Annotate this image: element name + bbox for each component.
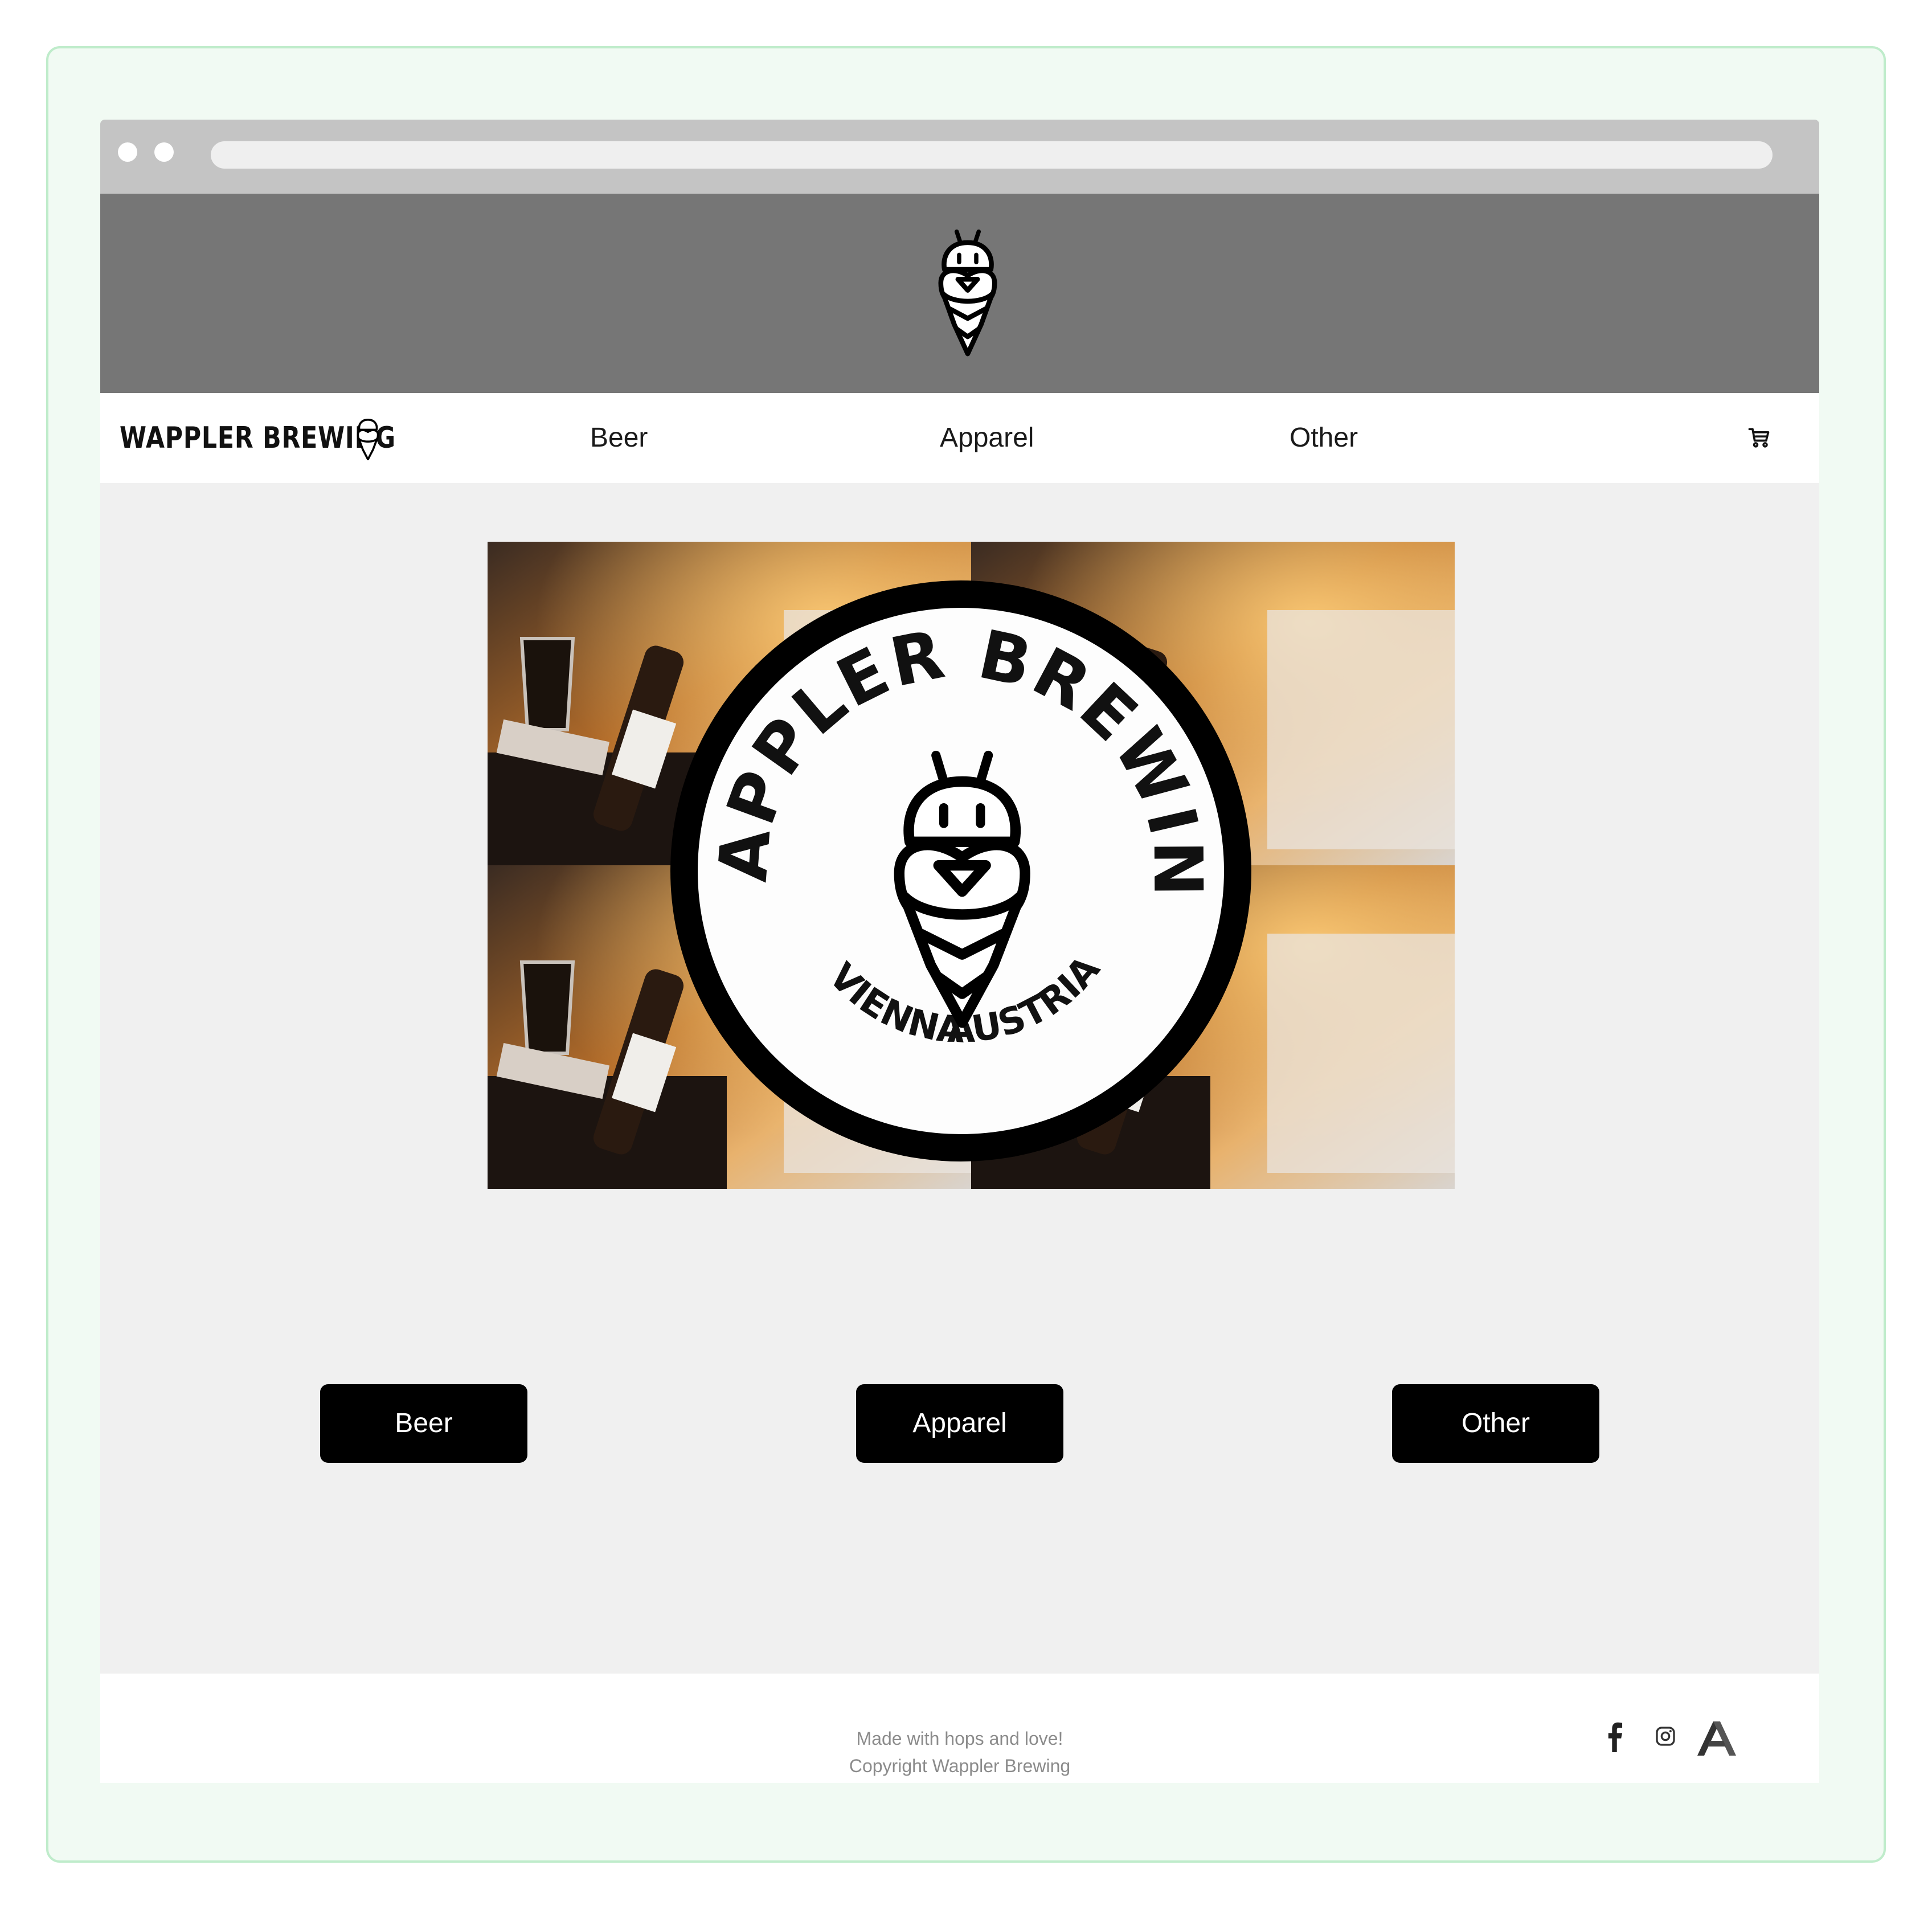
wappler-icon[interactable] [1693, 1715, 1741, 1760]
hop-mascot-icon [938, 229, 997, 357]
category-button-beer[interactable]: Beer [320, 1384, 527, 1463]
address-bar[interactable] [211, 141, 1773, 169]
hero-collage: WAPPLER BREWING VIENNA AUSTRIA [488, 542, 1455, 1189]
window-dot [118, 142, 137, 162]
category-button-apparel[interactable]: Apparel [856, 1384, 1063, 1463]
category-button-other[interactable]: Other [1392, 1384, 1599, 1463]
cart-icon[interactable] [1746, 425, 1771, 450]
page-footer: Made with hops and love! Copyright Wappl… [100, 1674, 1819, 1783]
nav-link-other[interactable]: Other [1290, 418, 1358, 458]
header-banner [100, 194, 1819, 393]
footer-tagline: Made with hops and love! [856, 1728, 1063, 1749]
nav-link-apparel[interactable]: Apparel [940, 418, 1034, 458]
facebook-icon[interactable] [1606, 1720, 1623, 1752]
main-content: WAPPLER BREWING VIENNA AUSTRIA [100, 483, 1819, 1674]
top-navbar: WAPPLER BREWING Beer Apparel Other [100, 393, 1819, 483]
nav-link-beer[interactable]: Beer [590, 418, 648, 458]
brand-hop-icon [357, 419, 379, 460]
browser-chrome [100, 120, 1819, 194]
instagram-icon[interactable] [1654, 1720, 1677, 1752]
hero-image: WAPPLER BREWING VIENNA AUSTRIA [488, 542, 1455, 1189]
window-dot [154, 142, 174, 162]
footer-copyright: Copyright Wappler Brewing [849, 1756, 1071, 1776]
